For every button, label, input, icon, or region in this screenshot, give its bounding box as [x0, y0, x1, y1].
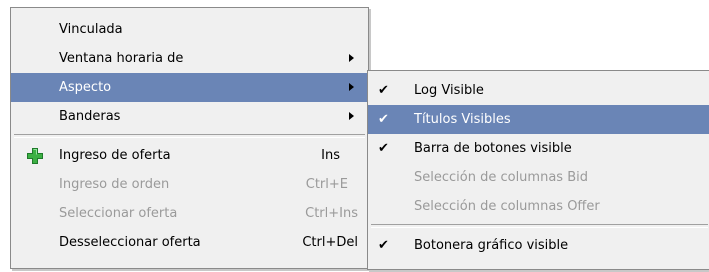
menu-item-shortcut: Ctrl+Ins: [305, 206, 358, 221]
submenu-item-columnas-bid: Selección de columnas Bid: [368, 163, 709, 192]
menu-item-label: Desseleccionar oferta: [59, 235, 201, 250]
menu-item-label: Vinculada: [59, 22, 123, 37]
menu-item-vinculada[interactable]: Vinculada: [11, 15, 368, 44]
menu-item-shortcut: Ins: [321, 148, 340, 163]
submenu-item-log-visible[interactable]: ✔ Log Visible: [368, 76, 709, 105]
menu-separator: [371, 224, 708, 228]
checkmark-icon: ✔: [378, 238, 389, 253]
checkmark-icon: ✔: [378, 141, 389, 156]
submenu-arrow-icon: [349, 54, 354, 62]
context-menu: Vinculada Ventana horaria de Aspecto Ban…: [10, 7, 369, 269]
submenu-item-titulos-visibles[interactable]: ✔ Títulos Visibles: [368, 105, 709, 134]
menu-item-seleccionar-oferta: Seleccionar oferta Ctrl+Ins: [11, 199, 368, 228]
menu-item-ingreso-orden: Ingreso de orden Ctrl+E: [11, 170, 368, 199]
menu-item-label: Banderas: [59, 109, 121, 124]
menu-item-label: Aspecto: [59, 80, 112, 95]
menu-item-aspecto[interactable]: Aspecto: [11, 73, 368, 102]
aspecto-submenu: ✔ Log Visible ✔ Títulos Visibles ✔ Barra…: [367, 70, 709, 270]
menu-item-ingreso-oferta[interactable]: Ingreso de oferta Ins: [11, 141, 368, 170]
menu-item-label: Seleccionar oferta: [59, 206, 178, 221]
submenu-arrow-icon: [349, 112, 354, 120]
submenu-item-botonera-grafico[interactable]: ✔ Botonera gráfico visible: [368, 231, 709, 260]
green-plus-icon: [27, 148, 43, 164]
menu-item-label: Ingreso de oferta: [59, 148, 171, 163]
menu-item-label: Ingreso de orden: [59, 177, 170, 192]
submenu-item-label: Títulos Visibles: [414, 112, 511, 127]
menu-item-label: Ventana horaria de: [59, 51, 184, 66]
submenu-item-label: Log Visible: [414, 83, 484, 98]
menu-item-ventana-horaria[interactable]: Ventana horaria de: [11, 44, 368, 73]
menu-separator: [14, 134, 365, 138]
submenu-item-label: Selección de columnas Bid: [414, 170, 588, 185]
submenu-item-columnas-offer: Selección de columnas Offer: [368, 192, 709, 221]
menu-item-banderas[interactable]: Banderas: [11, 102, 368, 131]
checkmark-icon: ✔: [378, 83, 389, 98]
submenu-item-label: Selección de columnas Offer: [414, 199, 600, 214]
menu-item-shortcut: Ctrl+Del: [302, 235, 358, 250]
checkmark-icon: ✔: [378, 112, 389, 127]
submenu-arrow-icon: [349, 83, 354, 91]
submenu-item-barra-botones[interactable]: ✔ Barra de botones visible: [368, 134, 709, 163]
menu-item-desseleccionar-oferta[interactable]: Desseleccionar oferta Ctrl+Del: [11, 228, 368, 257]
submenu-item-label: Barra de botones visible: [414, 141, 572, 156]
submenu-item-label: Botonera gráfico visible: [414, 238, 569, 253]
menu-item-shortcut: Ctrl+E: [305, 177, 348, 192]
